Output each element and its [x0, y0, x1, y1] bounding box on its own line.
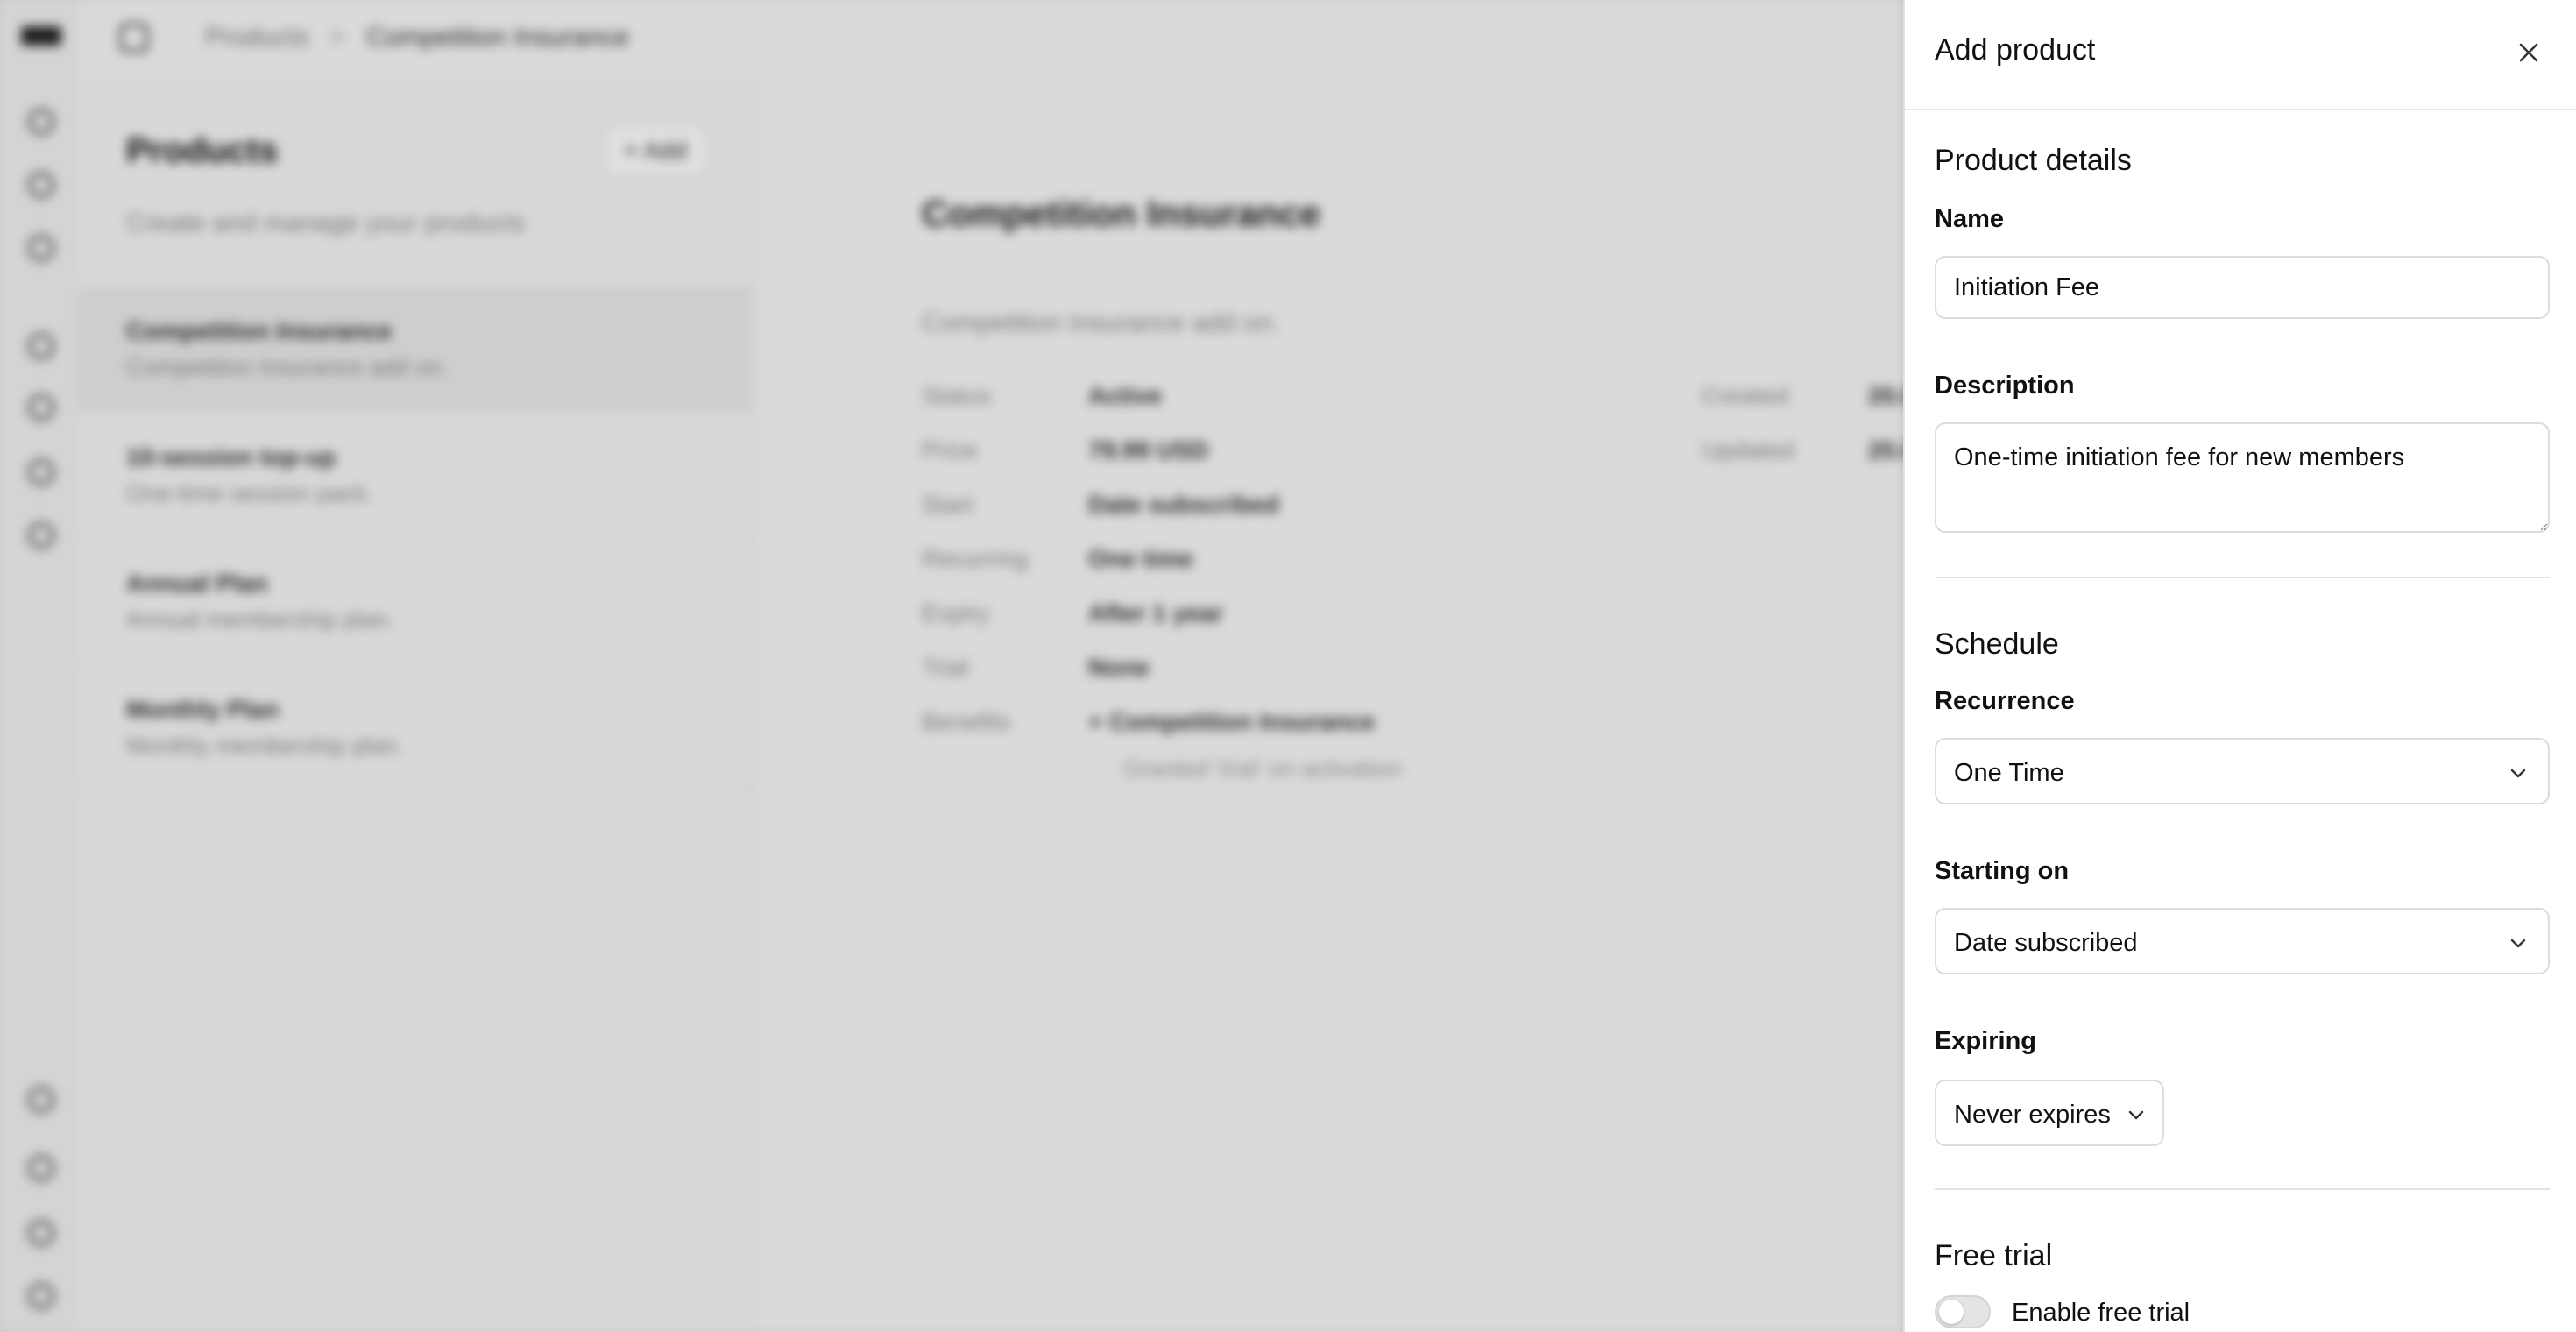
chevron-down-icon: [2510, 939, 2526, 948]
product-details-heading: Product details: [1935, 144, 2132, 177]
free-trial-heading: Free trial: [1935, 1239, 2053, 1272]
starting-on-value: Date subscribed: [1954, 929, 2138, 957]
free-trial-toggle[interactable]: [1935, 1295, 1991, 1328]
close-button[interactable]: [2506, 30, 2551, 75]
expiring-select[interactable]: Never expires: [1935, 1080, 2164, 1146]
drawer-title: Add product: [1935, 33, 2096, 67]
starting-on-select[interactable]: Date subscribed: [1935, 908, 2550, 974]
add-product-drawer: Add product Product details Name Descrip…: [1903, 0, 2576, 1332]
drawer-header: Add product: [1905, 0, 2576, 110]
name-input[interactable]: [1935, 256, 2550, 319]
chevron-down-icon: [2128, 1110, 2144, 1120]
recurrence-label: Recurrence: [1935, 687, 2075, 715]
toggle-knob: [1939, 1300, 1964, 1324]
expiring-label: Expiring: [1935, 1027, 2037, 1055]
description-textarea[interactable]: One-time initiation fee for new members: [1935, 422, 2550, 533]
recurrence-select[interactable]: One Time: [1935, 738, 2550, 804]
expiring-value: Never expires: [1954, 1101, 2111, 1129]
name-label: Name: [1935, 205, 2004, 233]
description-label: Description: [1935, 372, 2075, 400]
section-divider: [1935, 577, 2550, 578]
free-trial-toggle-label[interactable]: Enable free trial: [2012, 1299, 2190, 1328]
recurrence-value: One Time: [1954, 759, 2064, 787]
section-divider: [1935, 1188, 2550, 1190]
close-icon: [2519, 43, 2538, 62]
starting-on-label: Starting on: [1935, 857, 2070, 885]
schedule-heading: Schedule: [1935, 627, 2059, 661]
chevron-down-icon: [2510, 769, 2526, 778]
